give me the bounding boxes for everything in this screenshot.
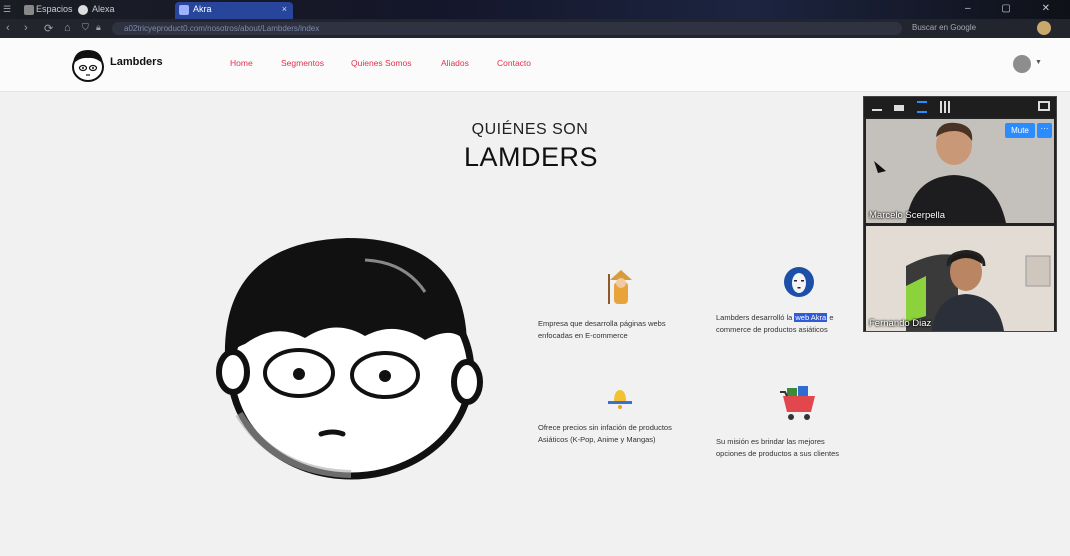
- web-akra-highlight: web Akra: [794, 313, 828, 322]
- shield-icon[interactable]: ⛉: [82, 22, 89, 33]
- tab-alexa-label: Alexa: [92, 4, 115, 14]
- feature-text-2-suffix: e: [827, 313, 834, 322]
- bell-icon: [606, 384, 634, 419]
- address-bar-row: ‹ › ⟳ ⌂ ⛉ 🔒︎ a02tricyeproduct0.com/nosot…: [0, 19, 1070, 38]
- feature-text-3-line-2: Asiáticos (K-Pop, Anime y Mangas): [538, 435, 656, 444]
- feature-text-3-line-1: Ofrece precios sin infación de productos: [538, 423, 672, 432]
- nav-home[interactable]: Home: [230, 58, 253, 68]
- monk-icon: [604, 266, 638, 311]
- feature-text-4-line-2: opciones de productos a sus clientes: [716, 449, 839, 458]
- feature-text-4-line-1: Su misión es brindar las mejores: [716, 437, 825, 446]
- tab-akra-icon: [179, 5, 189, 15]
- video-call-panel: Mute ··· Marcelo Scerpella Fernando Diaz: [863, 96, 1057, 332]
- noface-icon: [783, 266, 815, 303]
- browser-menu-icon[interactable]: ☰: [3, 2, 11, 19]
- feature-text-2-prefix: Lambders desarrolló la: [716, 313, 795, 322]
- mute-button[interactable]: Mute: [1005, 123, 1035, 138]
- participant-name-1: Marcelo Scerpella: [869, 210, 946, 221]
- browser-profile-avatar[interactable]: [1037, 21, 1051, 35]
- feature-text-2: Lambders desarrolló la web Akra e commer…: [716, 312, 834, 336]
- back-icon[interactable]: ‹: [6, 22, 10, 34]
- participant-name-2: Fernando Diaz: [869, 318, 932, 329]
- nav-quienes-somos[interactable]: Quienes Somos: [351, 58, 411, 68]
- feature-text-2-line-2: commerce de productos asiáticos: [716, 325, 828, 334]
- expand-icon[interactable]: [1038, 101, 1050, 111]
- home-icon[interactable]: ⌂: [64, 22, 71, 34]
- brand-logo-icon[interactable]: [70, 47, 106, 88]
- minimize-icon[interactable]: [872, 109, 882, 111]
- feature-text-1-line-1: Empresa que desarrolla páginas webs: [538, 319, 666, 328]
- tab-alexa-icon: [78, 5, 88, 15]
- participant-2-video: [866, 226, 1054, 331]
- lock-icon: 🔒︎: [96, 22, 101, 32]
- gallery-view-icon[interactable]: [940, 101, 951, 113]
- nav-segmentos[interactable]: Segmentos: [281, 58, 324, 68]
- tab-alexa[interactable]: Alexa: [74, 2, 170, 19]
- more-options-button[interactable]: ···: [1037, 123, 1052, 138]
- tab-akra[interactable]: Akra ×: [175, 2, 293, 19]
- cart-icon: [779, 382, 821, 427]
- url-input[interactable]: a02tricyeproduct0.com/nosotros/about/Lam…: [112, 22, 902, 35]
- close-tab-icon[interactable]: ×: [282, 2, 287, 17]
- feature-text-1: Empresa que desarrolla páginas webs enfo…: [538, 318, 666, 342]
- feature-text-4: Su misión es brindar las mejores opcione…: [716, 436, 839, 460]
- forward-icon[interactable]: ›: [24, 22, 28, 34]
- mascot-face-illustration: [215, 232, 487, 487]
- participant-tile-1[interactable]: Mute ··· Marcelo Scerpella: [866, 119, 1054, 223]
- nav-contacto[interactable]: Contacto: [497, 58, 531, 68]
- tab-akra-label: Akra: [193, 4, 212, 14]
- participant-tile-2[interactable]: Fernando Diaz: [866, 226, 1054, 331]
- brand-name[interactable]: Lambders: [110, 56, 163, 68]
- nav-aliados[interactable]: Aliados: [441, 58, 469, 68]
- strip-view-icon[interactable]: [917, 101, 927, 113]
- user-avatar[interactable]: [1013, 55, 1031, 73]
- tab-espacios[interactable]: Espacios: [20, 2, 73, 19]
- search-box[interactable]: Buscar en Google: [912, 23, 976, 32]
- call-toolbar: [864, 97, 1056, 117]
- feature-text-1-line-2: enfocadas en E-commerce: [538, 331, 628, 340]
- speaker-view-icon[interactable]: [894, 105, 904, 111]
- section-subtitle: QUIÉNES SON: [471, 121, 589, 138]
- chevron-down-icon[interactable]: ▼: [1035, 59, 1042, 66]
- site-navbar: Lambders Home Segmentos Quienes Somos Al…: [0, 38, 1070, 92]
- browser-tab-strip: ☰ Espacios Alexa Akra × ‒ ▢ ✕: [0, 0, 1070, 19]
- reload-icon[interactable]: ⟳: [44, 22, 53, 35]
- feature-text-3: Ofrece precios sin infación de productos…: [538, 422, 672, 446]
- section-title: LAMDERS: [463, 142, 599, 172]
- tab-espacios-label: Espacios: [36, 4, 73, 14]
- window-controls[interactable]: ‒ ▢ ✕: [965, 3, 1064, 14]
- feature-text-2-line-1: Lambders desarrolló la web Akra e: [716, 312, 834, 324]
- tab-espacios-icon: [24, 5, 34, 15]
